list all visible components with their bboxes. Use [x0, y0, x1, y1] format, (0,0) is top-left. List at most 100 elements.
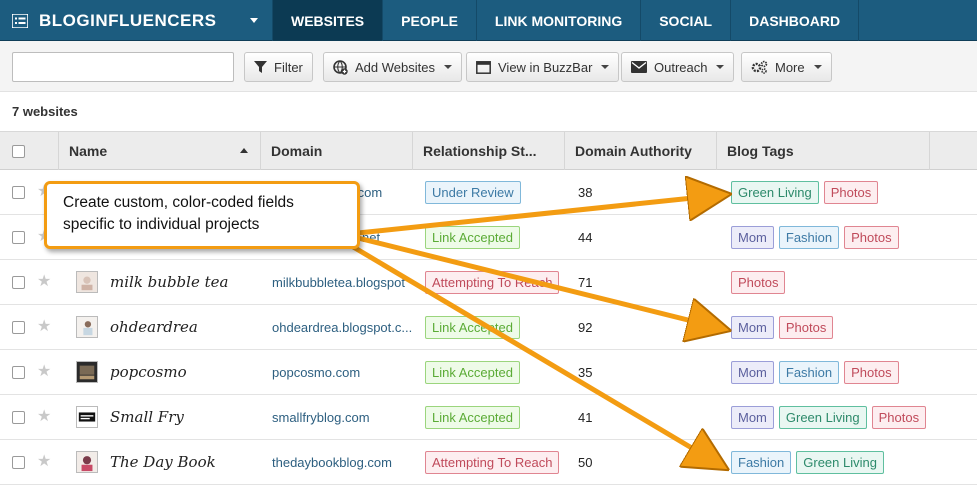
brand-menu[interactable]: BLOGINFLUENCERS: [0, 0, 273, 41]
row-checkbox[interactable]: [12, 321, 25, 334]
star-icon[interactable]: ★: [37, 406, 51, 426]
column-name[interactable]: Name: [59, 132, 261, 170]
view-buzzbar-button[interactable]: View in BuzzBar: [466, 52, 620, 82]
table-row[interactable]: ★ The Day Book thedaybookblog.com Attemp…: [0, 440, 977, 485]
site-name[interactable]: popcosmo: [110, 363, 187, 381]
blog-avatar: [76, 451, 98, 473]
tag-list: Mom Fashion Photos: [731, 226, 899, 249]
row-checkbox[interactable]: [12, 186, 25, 199]
relationship-badge: Under Review: [425, 181, 521, 204]
column-relationship-label: Relationship St...: [423, 143, 537, 159]
tag-photos: Photos: [844, 361, 899, 384]
domain-link[interactable]: thedaybookblog.com: [272, 455, 412, 470]
tag-green-living: Green Living: [778, 406, 867, 429]
view-buzzbar-label: View in BuzzBar: [498, 59, 593, 75]
star-icon[interactable]: ★: [37, 361, 51, 381]
domain-authority: 50: [578, 455, 593, 470]
tag-photos: Photos: [871, 406, 927, 429]
tag-list: Mom Fashion Photos: [731, 361, 899, 384]
filter-button[interactable]: Filter: [244, 52, 313, 82]
row-checkbox[interactable]: [12, 411, 25, 424]
column-name-label: Name: [69, 143, 108, 159]
callout-box: Create custom, color-coded fields specif…: [44, 181, 360, 249]
site-name[interactable]: Small Fry: [110, 408, 184, 426]
domain-authority: 38: [578, 185, 593, 200]
table-row[interactable]: ★ milk bubble tea milkbubbletea.blogspot…: [0, 260, 977, 305]
tab-social[interactable]: SOCIAL: [641, 0, 732, 41]
tag-mom: Mom: [731, 226, 774, 249]
tab-people[interactable]: PEOPLE: [383, 0, 477, 41]
row-checkbox[interactable]: [12, 366, 25, 379]
table-row[interactable]: ★ ohdeardrea ohdeardrea.blogspot.c... Li…: [0, 305, 977, 350]
row-checkbox[interactable]: [12, 276, 25, 289]
brand-name: BLOGINFLUENCERS: [39, 10, 217, 30]
tag-photos: Photos: [844, 226, 899, 249]
table-row[interactable]: ★ popcosmo popcosmo.com Link Accepted 35…: [0, 350, 977, 395]
chevron-down-icon: [250, 18, 258, 23]
tag-mom: Mom: [731, 316, 774, 339]
callout-line-2: specific to individual projects: [63, 216, 260, 233]
domain-link[interactable]: smallfryblog.com: [272, 410, 412, 425]
tag-list: Mom Photos: [731, 316, 834, 339]
tag-fashion: Fashion: [778, 361, 840, 384]
add-websites-button[interactable]: Add Websites: [323, 52, 462, 82]
domain-authority: 41: [578, 410, 593, 425]
row-checkbox[interactable]: [12, 456, 25, 469]
tag-list: Fashion Green Living: [731, 451, 884, 474]
domain-link[interactable]: milkbubbletea.blogspot: [272, 275, 412, 290]
search-input[interactable]: [12, 52, 234, 82]
site-name[interactable]: milk bubble tea: [110, 273, 228, 291]
column-relationship[interactable]: Relationship St...: [413, 132, 565, 170]
more-label: More: [775, 59, 805, 75]
star-icon[interactable]: ★: [37, 451, 51, 471]
more-button[interactable]: More: [741, 52, 832, 82]
select-all-cell: [0, 132, 59, 170]
domain-link[interactable]: popcosmo.com: [272, 365, 412, 380]
tab-websites[interactable]: WEBSITES: [273, 0, 384, 41]
add-websites-label: Add Websites: [355, 59, 435, 75]
callout-line-1: Create custom, color-coded fields: [63, 194, 294, 211]
tab-dashboard[interactable]: DASHBOARD: [731, 0, 860, 41]
select-all-checkbox[interactable]: [12, 144, 25, 158]
tag-green-living: Green Living: [796, 451, 884, 474]
blog-avatar: [76, 406, 98, 428]
domain-link[interactable]: ohdeardrea.blogspot.c...: [272, 320, 412, 335]
relationship-badge: Link Accepted: [425, 406, 520, 429]
column-authority-label: Domain Authority: [575, 143, 692, 159]
gears-icon: [751, 60, 768, 74]
star-icon[interactable]: ★: [37, 271, 51, 291]
blog-avatar: [76, 361, 98, 383]
globe-add-icon: [333, 59, 348, 75]
tag-green-living: Green Living: [731, 181, 819, 204]
sort-ascending-icon: [240, 148, 248, 153]
row-checkbox[interactable]: [12, 231, 25, 244]
relationship-badge: Attempting To Reach: [425, 271, 560, 294]
filter-label: Filter: [274, 59, 303, 75]
blog-avatar: [76, 271, 98, 293]
toolbar: Filter Add Websites View in BuzzBar Outr…: [0, 41, 977, 92]
site-name[interactable]: The Day Book: [110, 453, 216, 471]
chevron-down-icon: [443, 65, 452, 69]
relationship-badge: Link Accepted: [425, 226, 520, 249]
column-tags[interactable]: Blog Tags: [717, 132, 930, 170]
outreach-label: Outreach: [654, 59, 708, 75]
tab-link-monitoring[interactable]: LINK MONITORING: [477, 0, 642, 41]
tag-photos: Photos: [731, 271, 786, 294]
table-header: Name Domain Relationship St... Domain Au…: [0, 131, 977, 170]
nav-filler: [859, 0, 977, 40]
result-count: 7 websites: [12, 104, 78, 119]
tag-fashion: Fashion: [731, 451, 792, 474]
blog-avatar: [76, 316, 98, 338]
site-name[interactable]: ohdeardrea: [110, 318, 198, 336]
tag-list: Mom Green Living Photos: [731, 406, 927, 429]
domain-authority: 35: [578, 365, 593, 380]
domain-authority: 44: [578, 230, 593, 245]
table-row[interactable]: ★ Small Fry smallfryblog.com Link Accept…: [0, 395, 977, 440]
outreach-button[interactable]: Outreach: [621, 52, 735, 82]
domain-authority: 71: [578, 275, 593, 290]
star-icon[interactable]: ★: [37, 316, 51, 336]
column-authority[interactable]: Domain Authority: [565, 132, 717, 170]
column-domain[interactable]: Domain: [261, 132, 413, 170]
tag-photos: Photos: [823, 181, 879, 204]
chevron-down-icon: [716, 65, 725, 69]
